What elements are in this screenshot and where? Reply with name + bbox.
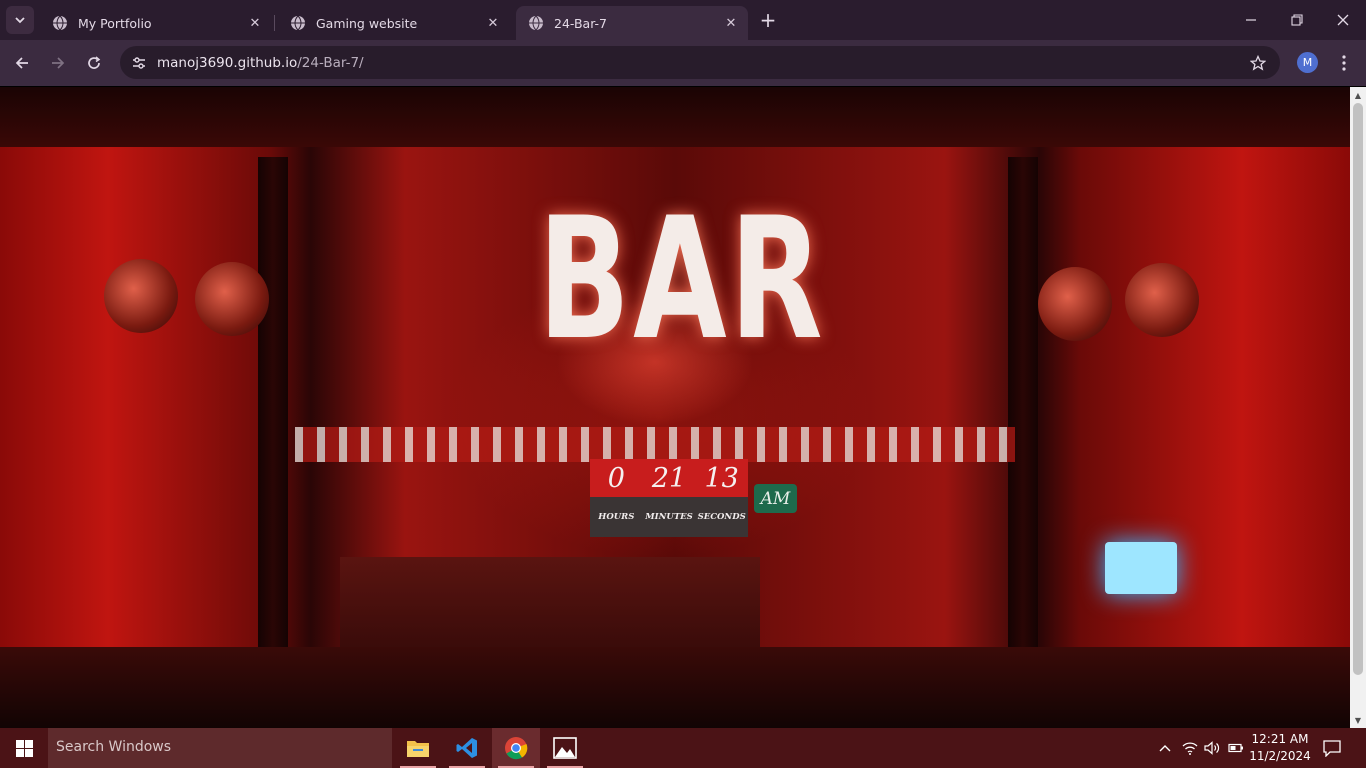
- vscode-icon: [456, 738, 477, 758]
- background-ceiling: [0, 87, 1350, 147]
- forward-button[interactable]: [44, 49, 72, 77]
- network-button[interactable]: [1180, 738, 1200, 758]
- sign-letter: A: [633, 181, 730, 377]
- tab-title: 24-Bar-7: [554, 15, 608, 31]
- site-info-button[interactable]: [128, 52, 150, 74]
- globe-icon: [529, 15, 543, 31]
- clock-seconds: 13: [704, 462, 739, 494]
- battery-button[interactable]: [1226, 738, 1246, 758]
- globe-icon: [291, 15, 305, 31]
- hours-label: HOURS: [598, 512, 635, 522]
- clock-digits: 0 21 13: [590, 459, 748, 497]
- background-bottle-shelf: [295, 427, 1015, 462]
- minimize-button[interactable]: [1228, 0, 1274, 40]
- close-icon: [1337, 14, 1349, 26]
- taskbar-file-explorer[interactable]: [394, 728, 442, 768]
- sign-letter: R: [729, 181, 826, 377]
- tab-divider: [274, 15, 275, 31]
- clock-minutes: 21: [651, 462, 687, 494]
- background-pillar: [258, 157, 288, 657]
- start-button[interactable]: [0, 728, 48, 768]
- volume-button[interactable]: [1202, 738, 1222, 758]
- close-tab-icon[interactable]: ✕: [246, 14, 264, 32]
- taskbar-search-box[interactable]: Search Windows: [48, 728, 392, 768]
- minimize-icon: [1246, 19, 1256, 21]
- tab-search-button[interactable]: [6, 6, 34, 34]
- close-tab-icon[interactable]: ✕: [484, 14, 502, 32]
- restore-icon: [1291, 14, 1303, 26]
- tune-icon: [133, 57, 145, 69]
- clock-labels: HOURS MINUTES SECONDS: [590, 497, 748, 537]
- restore-button[interactable]: [1274, 0, 1320, 40]
- wifi-icon: [1182, 742, 1198, 755]
- page-scrollbar[interactable]: ▲ ▼: [1350, 87, 1366, 728]
- bookmark-button[interactable]: [1248, 53, 1268, 73]
- more-vertical-icon: [1342, 55, 1346, 71]
- battery-icon: [1228, 743, 1243, 753]
- taskbar-clock[interactable]: 12:21 AM 11/2/2024: [1246, 731, 1314, 765]
- taskbar-chrome[interactable]: [492, 728, 540, 768]
- sign-letter: B: [538, 181, 634, 377]
- reload-icon: [88, 56, 101, 69]
- arrow-left-icon: [15, 57, 28, 69]
- new-tab-button[interactable]: +: [756, 8, 780, 32]
- browser-menu-button[interactable]: [1334, 51, 1354, 75]
- windows-logo-icon: [15, 739, 33, 757]
- background-lamp: [104, 259, 178, 333]
- background-pillar: [1008, 157, 1038, 657]
- digital-clock: 0 21 13 HOURS MINUTES SECONDS: [590, 459, 748, 537]
- clock-period-badge: AM: [754, 484, 797, 513]
- taskbar-photos[interactable]: [541, 728, 589, 768]
- bar-neon-sign: B A R: [538, 181, 823, 377]
- scroll-up-arrow[interactable]: ▲: [1350, 87, 1366, 103]
- background-lamp: [1038, 267, 1112, 341]
- chevron-down-icon: [15, 17, 25, 24]
- tab-strip: My Portfolio ✕ Gaming website ✕ 24-Bar-7…: [0, 0, 1366, 40]
- reload-button[interactable]: [80, 49, 108, 77]
- close-tab-icon[interactable]: ✕: [722, 14, 740, 32]
- search-placeholder: Search Windows: [56, 739, 172, 755]
- background-lamp: [195, 262, 269, 336]
- page-viewport: B A R 0 21 13 HOURS MINUTES SECONDS AM: [0, 87, 1350, 728]
- browser-toolbar: manoj3690.github.io/24-Bar-7/ M: [0, 40, 1366, 86]
- tab-gaming-website[interactable]: Gaming website ✕: [278, 6, 510, 40]
- show-hidden-icons-button[interactable]: [1155, 738, 1175, 758]
- tab-title: Gaming website: [316, 15, 418, 31]
- speaker-icon: [1204, 741, 1220, 755]
- star-icon: [1250, 55, 1266, 71]
- url-path: /24-Bar-7/: [297, 55, 364, 71]
- action-center-button[interactable]: [1320, 737, 1344, 759]
- scroll-down-arrow[interactable]: ▼: [1350, 712, 1366, 728]
- address-bar[interactable]: manoj3690.github.io/24-Bar-7/: [120, 46, 1280, 79]
- taskbar-date: 11/2/2024: [1249, 749, 1311, 763]
- tab-my-portfolio[interactable]: My Portfolio ✕: [40, 6, 272, 40]
- minutes-label: MINUTES: [645, 512, 693, 522]
- chrome-icon: [505, 737, 528, 760]
- arrow-right-icon: [52, 57, 65, 69]
- back-button[interactable]: [8, 49, 36, 77]
- scroll-thumb[interactable]: [1353, 103, 1363, 675]
- globe-icon: [53, 15, 67, 31]
- file-explorer-icon: [407, 741, 429, 757]
- tab-24-bar-7[interactable]: 24-Bar-7 ✕: [516, 6, 748, 40]
- clock-hours: 0: [607, 462, 625, 494]
- chevron-up-icon: [1159, 745, 1171, 752]
- tab-title: My Portfolio: [78, 15, 152, 31]
- taskbar-time: 12:21 AM: [1251, 732, 1309, 746]
- background-monitor: [1105, 542, 1177, 594]
- background-floor: [0, 647, 1350, 728]
- profile-avatar[interactable]: M: [1297, 52, 1318, 73]
- url-text: manoj3690.github.io/24-Bar-7/: [157, 55, 364, 71]
- photos-icon: [553, 737, 577, 759]
- notification-icon: [1323, 739, 1341, 757]
- taskbar-vscode[interactable]: [443, 728, 491, 768]
- seconds-label: SECONDS: [697, 512, 746, 522]
- background-lamp: [1125, 263, 1199, 337]
- windows-taskbar: Search Windows 12:21 AM 11/2/2024: [0, 728, 1366, 768]
- close-window-button[interactable]: [1320, 0, 1366, 40]
- url-host: manoj3690.github.io: [157, 55, 298, 71]
